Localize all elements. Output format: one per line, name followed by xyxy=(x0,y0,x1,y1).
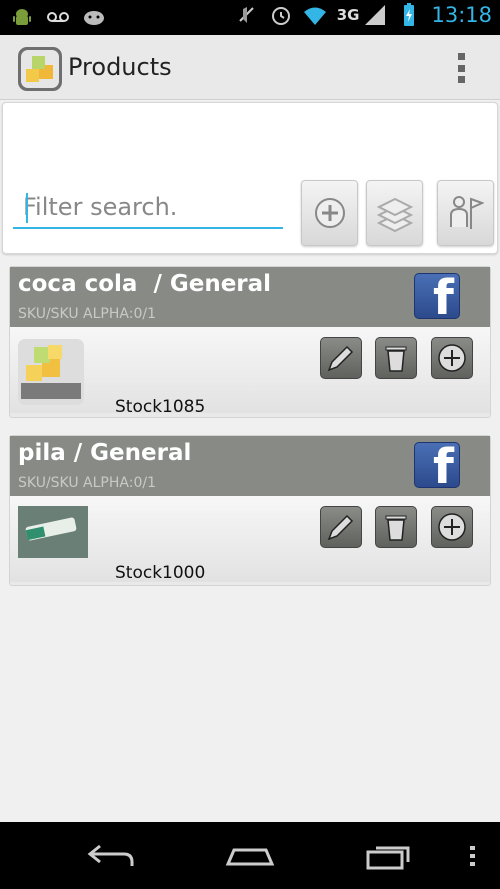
back-icon[interactable] xyxy=(86,840,136,870)
edit-button[interactable] xyxy=(320,337,362,379)
filter-search-input[interactable] xyxy=(13,187,283,229)
product-body: Stock1085 xyxy=(10,327,490,417)
home-icon[interactable] xyxy=(224,840,276,870)
signal-icon xyxy=(365,5,386,25)
stock-manager-logo-icon[interactable] xyxy=(18,47,62,91)
battery-icon xyxy=(404,3,415,26)
page-title: Products xyxy=(68,53,172,81)
add-circle-icon xyxy=(438,513,466,541)
product-title: coca cola / General xyxy=(18,271,272,297)
product-header: coca cola / General SKU/SKU ALPHA:0/1 f xyxy=(10,267,490,327)
status-bar: 3G 13:18 xyxy=(0,0,500,35)
navigation-bar xyxy=(0,822,500,889)
add-product-button[interactable] xyxy=(301,180,358,246)
delete-button[interactable] xyxy=(375,337,417,379)
filter-panel xyxy=(2,102,498,254)
add-stock-button[interactable] xyxy=(431,337,473,379)
wifi-icon xyxy=(303,7,326,25)
product-header: pila / General SKU/SKU ALPHA:0/1 f xyxy=(10,436,490,496)
delete-button[interactable] xyxy=(375,506,417,548)
user-flag-icon xyxy=(449,196,484,229)
add-stock-button[interactable] xyxy=(431,506,473,548)
overflow-menu-icon[interactable] xyxy=(456,53,466,83)
android-icon xyxy=(13,9,31,25)
voicemail-icon xyxy=(47,12,69,22)
text-cursor xyxy=(26,193,28,223)
trash-icon xyxy=(385,515,407,541)
product-sku: SKU/SKU ALPHA:0/1 xyxy=(18,475,156,491)
product-stock: Stock1085 xyxy=(115,397,206,417)
facebook-icon[interactable]: f xyxy=(414,442,460,488)
android-game-icon xyxy=(84,11,104,25)
facebook-icon[interactable]: f xyxy=(414,273,460,319)
alarm-icon xyxy=(271,7,290,25)
network-type: 3G xyxy=(336,6,360,24)
categories-button[interactable] xyxy=(366,180,423,246)
mute-icon xyxy=(239,7,254,23)
user-flag-button[interactable] xyxy=(437,180,494,246)
product-card[interactable]: coca cola / General SKU/SKU ALPHA:0/1 f … xyxy=(9,266,491,418)
product-photo[interactable] xyxy=(18,506,88,558)
edit-button[interactable] xyxy=(320,506,362,548)
clock: 13:18 xyxy=(431,3,492,27)
add-circle-icon xyxy=(438,344,466,372)
product-thumbnail[interactable] xyxy=(18,339,84,405)
edit-pencil-icon xyxy=(327,345,354,372)
menu-icon[interactable] xyxy=(468,840,478,870)
product-stock: Stock1000 xyxy=(115,563,206,583)
product-sku: SKU/SKU ALPHA:0/1 xyxy=(18,306,156,322)
stack-layers-icon xyxy=(376,197,413,233)
product-title: pila / General xyxy=(18,440,192,466)
product-card[interactable]: pila / General SKU/SKU ALPHA:0/1 f Stock… xyxy=(9,435,491,586)
edit-pencil-icon xyxy=(327,514,354,541)
trash-icon xyxy=(385,346,407,372)
recent-apps-icon[interactable] xyxy=(364,840,416,870)
product-body: Stock1000 xyxy=(10,496,490,583)
add-circle-icon xyxy=(314,198,345,228)
action-bar: Products xyxy=(0,35,500,100)
